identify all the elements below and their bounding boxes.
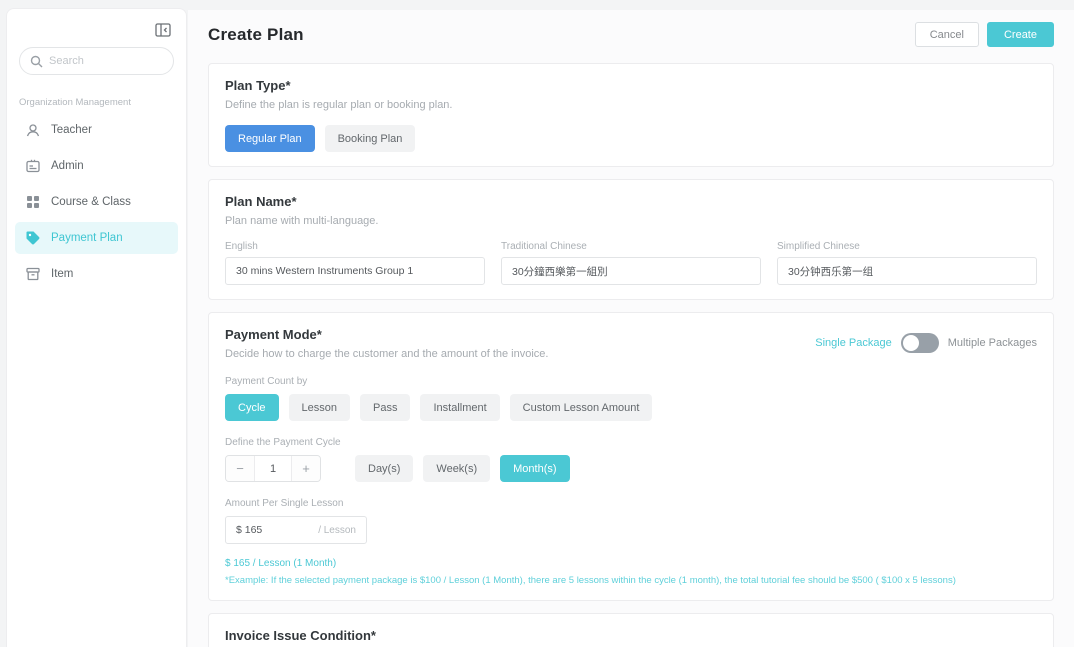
amount-suffix: / Lesson — [318, 525, 356, 536]
sidebar-section-label: Organization Management — [19, 97, 174, 108]
package-toggle-group: Single Package Multiple Packages — [815, 333, 1037, 353]
field-label: Traditional Chinese — [501, 241, 761, 252]
count-by-lesson-button[interactable]: Lesson — [289, 394, 350, 421]
plan-name-field-english: English — [225, 241, 485, 285]
single-package-label: Single Package — [815, 337, 891, 349]
cycle-stepper: − 1 + — [225, 455, 321, 482]
main-content: Create Plan Cancel Create Plan Type* Def… — [188, 10, 1074, 647]
sidebar-item-label: Teacher — [51, 124, 92, 136]
sidebar-item-teacher[interactable]: Teacher — [15, 114, 178, 146]
payment-count-by-label: Payment Count by — [225, 376, 1037, 387]
sidebar-item-payment-plan[interactable]: Payment Plan — [15, 222, 178, 254]
payment-mode-title: Payment Mode* — [225, 327, 548, 342]
invoice-condition-title: Invoice Issue Condition* — [225, 628, 1037, 643]
sidebar: Organization Management Teacher Admin Co… — [6, 8, 187, 647]
plan-name-simplified-chinese-input[interactable] — [777, 257, 1037, 285]
sidebar-item-course-class[interactable]: Course & Class — [15, 186, 178, 218]
plan-type-options: Regular Plan Booking Plan — [225, 125, 1037, 152]
page-header: Create Plan Cancel Create — [208, 22, 1054, 47]
plan-name-field-traditional-chinese: Traditional Chinese — [501, 241, 761, 285]
header-actions: Cancel Create — [915, 22, 1054, 47]
cycle-unit-weeks-button[interactable]: Week(s) — [423, 455, 490, 482]
plan-name-field-simplified-chinese: Simplified Chinese — [777, 241, 1037, 285]
payment-mode-subtitle: Decide how to charge the customer and th… — [225, 348, 548, 360]
amount-per-lesson-input[interactable]: $ 165 / Lesson — [225, 516, 367, 544]
plan-type-card: Plan Type* Define the plan is regular pl… — [208, 63, 1054, 167]
field-label: English — [225, 241, 485, 252]
toggle-knob — [903, 335, 919, 351]
sidebar-item-item[interactable]: Item — [15, 258, 178, 290]
amount-per-single-lesson-label: Amount Per Single Lesson — [225, 498, 1037, 509]
package-toggle[interactable] — [901, 333, 939, 353]
item-icon — [25, 266, 41, 282]
cycle-stepper-plus-button[interactable]: + — [292, 456, 320, 481]
invoice-condition-card: Invoice Issue Condition* To customize th… — [208, 613, 1054, 647]
cycle-stepper-minus-button[interactable]: − — [226, 456, 254, 481]
cycle-unit-months-button[interactable]: Month(s) — [500, 455, 569, 482]
teacher-icon — [25, 122, 41, 138]
page-title: Create Plan — [208, 25, 304, 45]
cancel-button[interactable]: Cancel — [915, 22, 979, 47]
plan-name-card: Plan Name* Plan name with multi-language… — [208, 179, 1054, 300]
payment-plan-icon — [25, 230, 41, 246]
count-by-custom-lesson-amount-button[interactable]: Custom Lesson Amount — [510, 394, 653, 421]
plan-name-fields: English Traditional Chinese Simplified C… — [225, 241, 1037, 285]
plan-type-title: Plan Type* — [225, 78, 1037, 93]
plan-name-english-input[interactable] — [225, 257, 485, 285]
payment-count-by-options: Cycle Lesson Pass Installment Custom Les… — [225, 394, 1037, 421]
payment-cycle-label: Define the Payment Cycle — [225, 437, 1037, 448]
collapse-sidebar-icon[interactable] — [154, 21, 172, 39]
count-by-pass-button[interactable]: Pass — [360, 394, 410, 421]
admin-icon — [25, 158, 41, 174]
multiple-packages-label: Multiple Packages — [948, 337, 1037, 349]
payment-summary-text: $ 165 / Lesson (1 Month) — [225, 558, 1037, 569]
plan-type-booking-button[interactable]: Booking Plan — [325, 125, 416, 152]
plan-name-subtitle: Plan name with multi-language. — [225, 215, 1037, 227]
cycle-stepper-value[interactable]: 1 — [254, 456, 292, 481]
plan-name-title: Plan Name* — [225, 194, 1037, 209]
field-label: Simplified Chinese — [777, 241, 1037, 252]
cycle-unit-days-button[interactable]: Day(s) — [355, 455, 413, 482]
payment-cycle-row: − 1 + Day(s) Week(s) Month(s) — [225, 455, 1037, 482]
sidebar-item-admin[interactable]: Admin — [15, 150, 178, 182]
search-icon — [30, 55, 43, 68]
plan-name-traditional-chinese-input[interactable] — [501, 257, 761, 285]
sidebar-item-label: Course & Class — [51, 196, 131, 208]
count-by-installment-button[interactable]: Installment — [420, 394, 499, 421]
count-by-cycle-button[interactable]: Cycle — [225, 394, 279, 421]
create-button[interactable]: Create — [987, 22, 1054, 47]
payment-example-text: *Example: If the selected payment packag… — [225, 575, 1037, 586]
search-input[interactable] — [49, 55, 163, 67]
payment-mode-header: Payment Mode* Decide how to charge the c… — [225, 327, 1037, 360]
search-box[interactable] — [19, 47, 174, 75]
plan-type-subtitle: Define the plan is regular plan or booki… — [225, 99, 1037, 111]
amount-value: $ 165 — [236, 524, 262, 536]
sidebar-item-label: Admin — [51, 160, 84, 172]
course-class-icon — [25, 194, 41, 210]
sidebar-item-label: Item — [51, 268, 73, 280]
sidebar-item-label: Payment Plan — [51, 232, 123, 244]
payment-mode-card: Payment Mode* Decide how to charge the c… — [208, 312, 1054, 601]
plan-type-regular-button[interactable]: Regular Plan — [225, 125, 315, 152]
